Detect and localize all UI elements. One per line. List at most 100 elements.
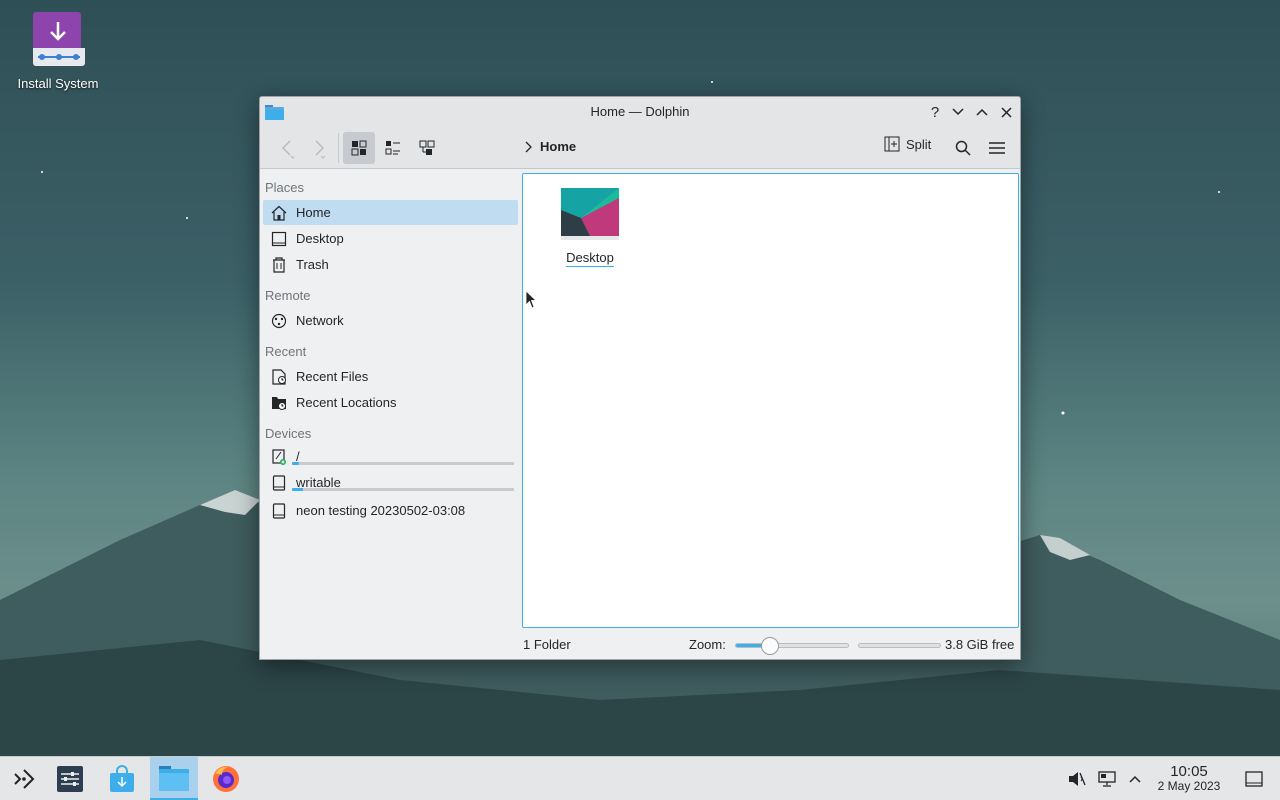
sidebar-item-label: Desktop: [296, 231, 344, 246]
system-settings-button[interactable]: [46, 757, 94, 800]
drive-root-icon: [270, 448, 288, 466]
sidebar-item-label: Network: [296, 313, 344, 328]
icons-view-button[interactable]: [343, 132, 375, 164]
device-capacity-fill: [292, 488, 304, 491]
network-wired-icon: [1098, 771, 1116, 787]
back-button[interactable]: [274, 132, 300, 164]
tray-expand-icon: [1129, 775, 1141, 783]
recent-files-icon: [270, 368, 288, 386]
sidebar-item-trash[interactable]: Trash: [263, 252, 518, 277]
chevron-up-icon: [976, 108, 988, 116]
device-capacity-bar: [292, 488, 514, 491]
free-space-bar: [858, 643, 941, 648]
split-view-icon: [884, 136, 900, 152]
close-button[interactable]: [996, 102, 1016, 122]
sidebar-item-device-neon-testing[interactable]: neon testing 20230502-03:08: [263, 498, 518, 523]
app-launcher-icon: [14, 769, 35, 789]
status-bar: 1 Folder Zoom: 3.8 GiB free: [260, 631, 1020, 659]
zoom-label: Zoom:: [689, 637, 726, 652]
toolbar-separator: [338, 133, 339, 163]
details-view-button[interactable]: [411, 132, 443, 164]
forward-arrow-icon: [315, 140, 326, 159]
network-icon: [270, 312, 288, 330]
clock-date: 2 May 2023: [1157, 779, 1221, 793]
sidebar-item-home[interactable]: Home: [263, 200, 518, 225]
system-settings-icon: [57, 766, 83, 792]
sidebar-item-label: Recent Files: [296, 369, 369, 384]
sidebar-item-label: neon testing 20230502-03:08: [296, 503, 466, 518]
show-desktop-icon: [1245, 771, 1263, 787]
desktop-icon-label: Install System: [17, 76, 99, 91]
places-panel: Places Home Desktop Trash Remote Network…: [260, 170, 520, 630]
dolphin-file-manager-icon: [159, 765, 189, 791]
device-capacity-bar: [292, 462, 514, 465]
network-tray-button[interactable]: [1097, 769, 1117, 789]
clock-time: 10:05: [1170, 763, 1208, 780]
folder-thumbnail-icon: [561, 188, 619, 240]
chevron-down-icon: [952, 108, 964, 116]
search-icon: [955, 140, 971, 156]
volume-muted-button[interactable]: [1067, 769, 1087, 789]
forward-button[interactable]: [306, 132, 332, 164]
split-button[interactable]: Split: [884, 136, 931, 152]
section-header-recent: Recent: [265, 344, 307, 359]
folder-item-desktop[interactable]: Desktop: [557, 188, 623, 267]
zoom-slider-handle[interactable]: [761, 637, 779, 655]
app-launcher-button[interactable]: [0, 757, 48, 800]
chevron-right-icon: [525, 141, 532, 152]
drive-icon: [270, 502, 288, 520]
close-icon: [1000, 106, 1012, 118]
sidebar-item-recent-locations[interactable]: Recent Locations: [263, 390, 518, 415]
sidebar-item-network[interactable]: Network: [263, 308, 518, 333]
tray-expand-button[interactable]: [1125, 769, 1145, 789]
section-header-devices: Devices: [265, 426, 312, 441]
details-view-icon: [419, 140, 435, 155]
dolphin-file-manager-button[interactable]: [150, 757, 198, 800]
file-view[interactable]: Desktop: [522, 173, 1019, 628]
drive-icon: [270, 474, 288, 492]
icons-view-icon: [351, 140, 367, 156]
sidebar-item-label: Trash: [296, 257, 329, 272]
help-icon: ?: [930, 103, 940, 121]
free-space-label: 3.8 GiB free: [945, 637, 1015, 652]
compact-view-button[interactable]: [377, 132, 409, 164]
menu-button[interactable]: [984, 132, 1010, 164]
firefox-icon: [213, 766, 239, 792]
status-summary: 1 Folder: [523, 637, 571, 652]
breadcrumb-home[interactable]: Home: [540, 139, 576, 154]
sidebar-item-label: Home: [296, 205, 331, 220]
hamburger-menu-icon: [989, 142, 1005, 154]
breadcrumb[interactable]: Home: [524, 139, 576, 154]
firefox-button[interactable]: [202, 757, 250, 800]
minimize-button[interactable]: [948, 102, 968, 122]
search-button[interactable]: [950, 132, 976, 164]
folder-item-label: Desktop: [566, 250, 614, 267]
back-arrow-icon: [281, 140, 294, 159]
sidebar-item-device-root[interactable]: /: [263, 444, 518, 469]
home-icon: [270, 204, 288, 222]
help-button[interactable]: ?: [925, 102, 945, 122]
window-titlebar[interactable]: Home — Dolphin ?: [260, 97, 1020, 127]
desktop-icon: [270, 230, 288, 248]
install-system-icon: [30, 10, 86, 68]
desktop-icon-install-system[interactable]: Install System: [8, 10, 108, 91]
compact-view-icon: [385, 141, 400, 155]
taskbar: 10:05 2 May 2023: [0, 756, 1280, 800]
zoom-slider[interactable]: [735, 637, 849, 655]
discover-store-icon: [110, 765, 134, 792]
recent-locations-icon: [270, 394, 288, 412]
dolphin-window: Home — Dolphin ? Home Split Places Home …: [259, 96, 1021, 660]
window-title: Home — Dolphin: [590, 104, 690, 119]
discover-store-button[interactable]: [98, 757, 146, 800]
sidebar-item-desktop[interactable]: Desktop: [263, 226, 518, 251]
sidebar-item-device-writable[interactable]: writable: [263, 470, 518, 495]
sidebar-item-recent-files[interactable]: Recent Files: [263, 364, 518, 389]
digital-clock[interactable]: 10:05 2 May 2023: [1148, 763, 1230, 793]
section-header-places: Places: [265, 180, 305, 195]
main-toolbar: Home Split: [260, 127, 1020, 169]
split-label: Split: [906, 136, 932, 152]
maximize-button[interactable]: [972, 102, 992, 122]
show-desktop-button[interactable]: [1244, 769, 1264, 789]
mouse-cursor-icon: [525, 290, 538, 313]
volume-muted-icon: [1069, 772, 1086, 786]
